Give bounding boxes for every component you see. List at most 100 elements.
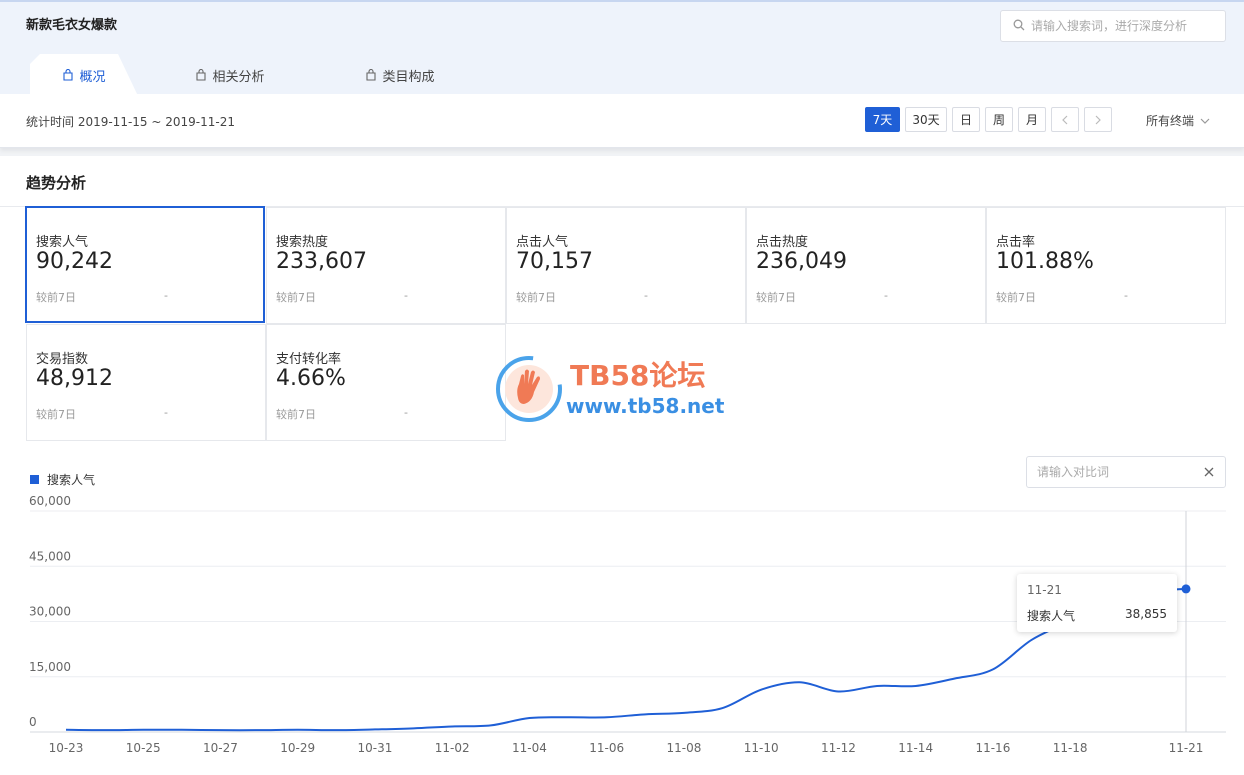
metric-label: 点击率 [996, 235, 1036, 250]
metric-compare-label: 较前7日 [276, 408, 316, 421]
x-tick-label: 11-12 [821, 741, 856, 755]
watermark: TB58论坛 www.tb58.net [494, 354, 754, 426]
metric-compare-label: 较前7日 [276, 291, 316, 304]
terminal-select[interactable]: 所有终端 [1146, 112, 1210, 129]
chart-tooltip: 11-21 搜索人气 38,855 [1017, 574, 1177, 632]
prev-period-button[interactable] [1051, 107, 1079, 132]
metric-card-click-rate[interactable]: 点击率 101.88% 较前7日 - [986, 207, 1226, 324]
metric-value: 101.88% [996, 249, 1094, 274]
y-tick-label: 30,000 [29, 605, 71, 619]
bag-icon [196, 69, 207, 81]
metric-delta: - [1124, 289, 1128, 302]
metric-delta: - [884, 289, 888, 302]
metric-label: 搜索热度 [276, 235, 329, 250]
metric-label: 搜索人气 [36, 235, 89, 250]
chevron-down-icon [1200, 118, 1210, 124]
terminal-label: 所有终端 [1146, 114, 1195, 128]
highlight-point [1181, 584, 1191, 594]
metric-delta: - [644, 289, 648, 302]
metric-label: 点击热度 [756, 235, 809, 250]
range-7d-button[interactable]: 7天 [865, 107, 900, 132]
x-tick-label: 11-10 [744, 741, 779, 755]
tooltip-date: 11-21 [1027, 583, 1062, 597]
range-month-button[interactable]: 月 [1018, 107, 1046, 132]
search-icon [1013, 19, 1025, 31]
range-30d-button[interactable]: 30天 [905, 107, 947, 132]
watermark-url: www.tb58.net [566, 394, 725, 418]
x-tick-label: 11-16 [975, 741, 1010, 755]
metric-card-payment-conversion[interactable]: 支付转化率 4.66% 较前7日 - [266, 324, 506, 441]
x-tick-label: 11-04 [512, 741, 547, 755]
metric-card-click-popularity[interactable]: 点击人气 70,157 较前7日 - [506, 207, 746, 324]
metric-value: 233,607 [276, 249, 367, 274]
header: 新款毛衣女爆款 概况 相关分析 类目构成 [0, 0, 1244, 96]
x-tick-label: 10-27 [203, 741, 238, 755]
metric-label: 交易指数 [36, 352, 89, 367]
metric-delta: - [164, 289, 168, 302]
metric-label: 支付转化率 [276, 352, 342, 367]
metric-card-click-heat[interactable]: 点击热度 236,049 较前7日 - [746, 207, 986, 324]
hand-logo-icon [496, 356, 562, 422]
legend-label: 搜索人气 [47, 473, 96, 487]
close-icon[interactable] [1202, 465, 1216, 479]
x-tick-label: 10-31 [358, 741, 393, 755]
legend-swatch [30, 475, 39, 484]
tab-label: 相关分析 [212, 69, 265, 85]
date-filter-bar: 统计时间 2019-11-15 ~ 2019-11-21 7天 30天 日 周 … [0, 94, 1244, 148]
stat-time-range: 统计时间 2019-11-15 ~ 2019-11-21 [26, 115, 235, 129]
y-tick-label: 45,000 [29, 549, 71, 563]
x-tick-label: 11-14 [898, 741, 933, 755]
metric-value: 70,157 [516, 249, 593, 274]
metric-value: 90,242 [36, 249, 113, 274]
y-tick-label: 0 [29, 715, 37, 729]
compare-box[interactable] [1026, 456, 1226, 488]
page-title: 新款毛衣女爆款 [26, 18, 118, 33]
compare-input[interactable] [1037, 462, 1197, 482]
app-root: 新款毛衣女爆款 概况 相关分析 类目构成 统计时间 2019-11-15 ~ 2… [0, 0, 1244, 775]
y-tick-label: 60,000 [29, 494, 71, 508]
metric-compare-label: 较前7日 [996, 291, 1036, 304]
bag-icon [63, 69, 74, 81]
metric-compare-label: 较前7日 [36, 291, 76, 304]
metric-card-search-popularity[interactable]: 搜索人气 90,242 较前7日 - [25, 206, 265, 323]
tab-related-analysis[interactable]: 相关分析 [170, 54, 290, 96]
metric-delta: - [164, 406, 168, 419]
chart-legend[interactable]: 搜索人气 [30, 471, 95, 488]
metric-compare-label: 较前7日 [516, 291, 556, 304]
x-tick-label: 10-25 [126, 741, 161, 755]
range-day-button[interactable]: 日 [952, 107, 980, 132]
range-week-button[interactable]: 周 [985, 107, 1013, 132]
x-tick-label: 11-18 [1053, 741, 1088, 755]
x-tick-label: 10-23 [49, 741, 84, 755]
metric-delta: - [404, 289, 408, 302]
next-period-button[interactable] [1084, 107, 1112, 132]
metric-value: 4.66% [276, 366, 346, 391]
tab-category-composition[interactable]: 类目构成 [340, 54, 460, 96]
x-tick-label: 10-29 [280, 741, 315, 755]
chevron-left-icon [1062, 115, 1068, 124]
tab-label: 类目构成 [382, 69, 435, 85]
bag-icon [366, 69, 377, 81]
tab-overview[interactable]: 概况 [30, 54, 138, 96]
section-title: 趋势分析 [26, 174, 87, 192]
metric-value: 236,049 [756, 249, 847, 274]
metric-compare-label: 较前7日 [36, 408, 76, 421]
tooltip-series-name: 搜索人气 [1027, 609, 1076, 623]
metric-delta: - [404, 406, 408, 419]
metric-compare-label: 较前7日 [756, 291, 796, 304]
chevron-right-icon [1095, 115, 1101, 124]
x-tick-label: 11-06 [589, 741, 624, 755]
y-tick-label: 15,000 [29, 660, 71, 674]
metric-card-transaction-index[interactable]: 交易指数 48,912 较前7日 - [26, 324, 266, 441]
x-tick-label: 11-21 [1169, 741, 1204, 755]
watermark-title: TB58论坛 [570, 359, 706, 392]
search-box[interactable] [1000, 10, 1226, 42]
tooltip-value: 38,855 [1125, 607, 1167, 621]
x-tick-label: 11-02 [435, 741, 470, 755]
tab-label: 概况 [79, 69, 106, 85]
metric-value: 48,912 [36, 366, 113, 391]
trend-panel: 趋势分析 搜索人气 90,242 较前7日 - 搜索热度 233,607 较前7… [0, 156, 1244, 775]
metric-card-search-heat[interactable]: 搜索热度 233,607 较前7日 - [266, 207, 506, 324]
search-input[interactable] [1031, 15, 1219, 37]
x-tick-label: 11-08 [666, 741, 701, 755]
